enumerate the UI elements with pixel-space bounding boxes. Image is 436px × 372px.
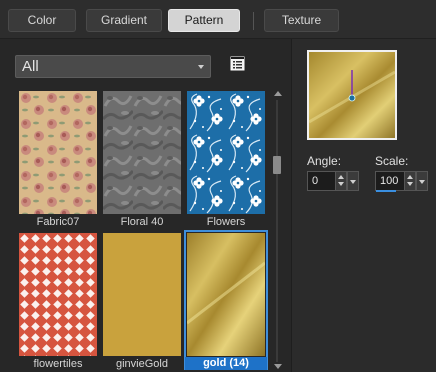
- scroll-track: [276, 100, 278, 362]
- pattern-item-fabric07[interactable]: Fabric07: [15, 88, 97, 228]
- pattern-grid: Fabric07 Floral 40 Flowers flowertiles g…: [15, 88, 269, 372]
- angle-dropdown-button[interactable]: [347, 171, 359, 191]
- pattern-item-floral-40[interactable]: Floral 40: [99, 88, 181, 228]
- pattern-name: Fabric07: [36, 216, 80, 228]
- pattern-thumbnail: [187, 233, 265, 356]
- pattern-item-flowertiles[interactable]: flowertiles: [15, 230, 97, 372]
- pattern-item-ginviegold[interactable]: ginvieGold: [99, 230, 181, 372]
- pattern-item-gold-14[interactable]: gold (14): [183, 230, 268, 372]
- panel-splitter: [291, 39, 292, 372]
- tab-color[interactable]: Color: [8, 9, 76, 32]
- category-dropdown-value: All: [22, 58, 39, 75]
- scale-value: 100: [380, 175, 399, 187]
- pattern-thumbnail: [19, 91, 97, 214]
- pattern-item-flowers[interactable]: Flowers: [183, 88, 265, 228]
- scale-stepper[interactable]: [404, 172, 415, 190]
- tab-pattern[interactable]: Pattern: [168, 9, 240, 32]
- tab-texture[interactable]: Texture: [264, 9, 339, 32]
- pattern-preview[interactable]: [307, 50, 397, 140]
- tab-bar: Color Gradient Pattern Texture: [0, 0, 436, 38]
- scroll-down-icon[interactable]: [274, 364, 282, 369]
- scale-input[interactable]: 100: [375, 171, 428, 191]
- angle-input[interactable]: 0: [307, 171, 359, 191]
- pattern-name: Flowers: [206, 216, 246, 228]
- pattern-thumbnail: [187, 91, 265, 214]
- angle-value: 0: [312, 175, 319, 187]
- tab-separator: [253, 12, 254, 30]
- list-view-icon[interactable]: [230, 56, 245, 71]
- pattern-name: Floral 40: [120, 216, 164, 228]
- angle-label: Angle:: [307, 154, 342, 168]
- angle-stepper[interactable]: [335, 172, 346, 190]
- pattern-thumbnail: [103, 91, 181, 214]
- pattern-name: flowertiles: [33, 358, 83, 370]
- pattern-name: gold (14): [185, 357, 267, 370]
- pattern-scrollbar[interactable]: [271, 88, 283, 372]
- tab-gradient[interactable]: Gradient: [86, 9, 162, 32]
- pattern-thumbnail: [19, 233, 97, 356]
- scroll-up-icon[interactable]: [274, 91, 282, 96]
- category-dropdown[interactable]: All: [15, 55, 211, 78]
- scale-focus-indicator: [376, 190, 396, 192]
- scale-label: Scale:: [375, 154, 409, 168]
- pattern-thumbnail: [103, 233, 181, 356]
- pattern-name: ginvieGold: [116, 358, 168, 370]
- scale-dropdown-button[interactable]: [416, 171, 428, 191]
- chevron-down-icon: [198, 65, 204, 69]
- scroll-thumb[interactable]: [273, 156, 281, 174]
